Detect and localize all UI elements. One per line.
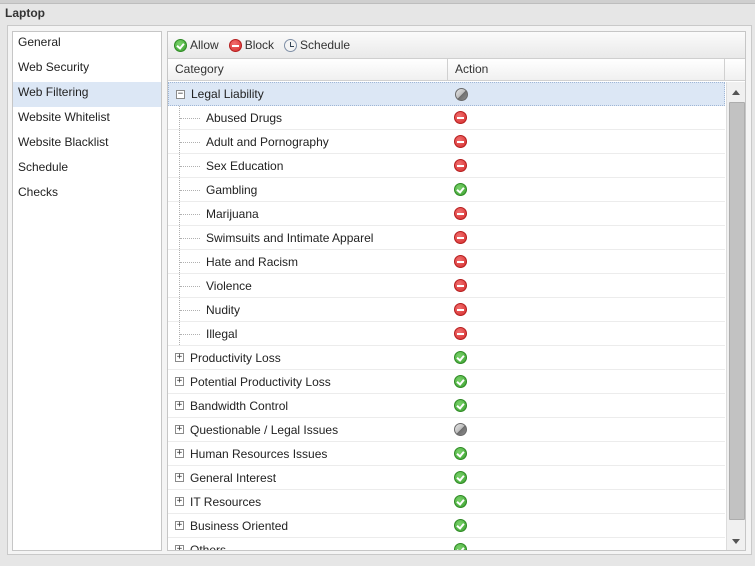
action-cell[interactable] bbox=[168, 274, 467, 297]
schedule-button-label: Schedule bbox=[300, 38, 351, 52]
action-cell[interactable] bbox=[168, 250, 467, 273]
web-filtering-panel: Allow Block Schedule Category Action − Le… bbox=[167, 31, 746, 551]
check-circle-icon bbox=[174, 38, 187, 52]
block-icon[interactable] bbox=[454, 207, 467, 220]
table-row[interactable]: Adult and Pornography bbox=[168, 130, 725, 154]
table-row[interactable]: Swimsuits and Intimate Apparel bbox=[168, 226, 725, 250]
allow-icon[interactable] bbox=[454, 399, 467, 412]
action-cell[interactable] bbox=[168, 466, 467, 489]
action-cell[interactable] bbox=[168, 298, 467, 321]
nav-item-schedule[interactable]: Schedule bbox=[13, 157, 161, 182]
allow-button[interactable]: Allow bbox=[174, 38, 219, 52]
block-icon[interactable] bbox=[454, 279, 467, 292]
action-cell[interactable] bbox=[168, 418, 467, 441]
nav-item-checks[interactable]: Checks bbox=[13, 182, 161, 207]
table-row[interactable]: + Productivity Loss bbox=[168, 346, 725, 370]
block-icon[interactable] bbox=[454, 135, 467, 148]
table-row[interactable]: Gambling bbox=[168, 178, 725, 202]
table-row[interactable]: Hate and Racism bbox=[168, 250, 725, 274]
action-cell[interactable] bbox=[168, 106, 467, 129]
allow-button-label: Allow bbox=[190, 38, 219, 52]
column-header-action[interactable]: Action bbox=[448, 59, 725, 80]
header-corner bbox=[726, 59, 745, 81]
nav-item-website-blacklist[interactable]: Website Blacklist bbox=[13, 132, 161, 157]
nav-item-web-filtering[interactable]: Web Filtering bbox=[13, 82, 161, 107]
action-cell[interactable] bbox=[168, 322, 467, 345]
schedule-button[interactable]: Schedule bbox=[284, 38, 350, 52]
action-cell[interactable] bbox=[169, 83, 468, 105]
action-toolbar: Allow Block Schedule bbox=[168, 32, 745, 59]
window-title: Laptop bbox=[5, 6, 45, 20]
scroll-up-arrow[interactable] bbox=[732, 90, 740, 95]
table-row[interactable]: + General Interest bbox=[168, 466, 725, 490]
category-tree-grid: − Legal Liability Abused Drugs Adult and Po… bbox=[168, 82, 725, 550]
action-cell[interactable] bbox=[168, 154, 467, 177]
allow-icon[interactable] bbox=[454, 471, 467, 484]
block-icon[interactable] bbox=[454, 255, 467, 268]
action-cell[interactable] bbox=[168, 394, 467, 417]
action-cell[interactable] bbox=[168, 442, 467, 465]
table-row[interactable]: + Human Resources Issues bbox=[168, 442, 725, 466]
scroll-thumb[interactable] bbox=[729, 102, 745, 520]
settings-nav: General Web Security Web Filtering Websi… bbox=[12, 31, 162, 551]
minus-circle-icon bbox=[228, 38, 242, 52]
allow-icon[interactable] bbox=[454, 543, 467, 550]
allow-icon[interactable] bbox=[454, 183, 467, 196]
scroll-down-arrow[interactable] bbox=[732, 539, 740, 544]
nav-item-web-security[interactable]: Web Security bbox=[13, 57, 161, 82]
action-cell[interactable] bbox=[168, 178, 467, 201]
action-cell[interactable] bbox=[168, 538, 467, 550]
column-header-category[interactable]: Category bbox=[168, 59, 448, 80]
mixed-icon[interactable] bbox=[455, 87, 468, 101]
table-row[interactable]: Abused Drugs bbox=[168, 106, 725, 130]
nav-item-website-whitelist[interactable]: Website Whitelist bbox=[13, 107, 161, 132]
nav-item-general[interactable]: General bbox=[13, 32, 161, 57]
block-icon[interactable] bbox=[454, 231, 467, 244]
block-button-label: Block bbox=[244, 38, 275, 52]
table-row[interactable]: + Bandwidth Control bbox=[168, 394, 725, 418]
block-icon[interactable] bbox=[454, 303, 467, 316]
action-cell[interactable] bbox=[168, 226, 467, 249]
table-row[interactable]: Illegal bbox=[168, 322, 725, 346]
block-button[interactable]: Block bbox=[228, 38, 275, 52]
table-row[interactable]: − Legal Liability bbox=[168, 82, 725, 106]
action-cell[interactable] bbox=[168, 490, 467, 513]
table-row[interactable]: + Others bbox=[168, 538, 725, 550]
action-cell[interactable] bbox=[168, 370, 467, 393]
allow-icon[interactable] bbox=[454, 351, 467, 364]
mixed-icon[interactable] bbox=[454, 423, 467, 436]
action-cell[interactable] bbox=[168, 202, 467, 225]
allow-icon[interactable] bbox=[454, 519, 467, 532]
table-row[interactable]: Sex Education bbox=[168, 154, 725, 178]
table-row[interactable]: + Business Oriented bbox=[168, 514, 725, 538]
grid-header: Category Action bbox=[168, 59, 745, 81]
table-row[interactable]: + IT Resources bbox=[168, 490, 725, 514]
vertical-scrollbar[interactable] bbox=[726, 82, 745, 550]
action-cell[interactable] bbox=[168, 514, 467, 537]
top-strip bbox=[0, 0, 755, 4]
action-cell[interactable] bbox=[168, 346, 467, 369]
table-row[interactable]: + Potential Productivity Loss bbox=[168, 370, 725, 394]
allow-icon[interactable] bbox=[454, 447, 467, 460]
table-row[interactable]: Nudity bbox=[168, 298, 725, 322]
block-icon[interactable] bbox=[454, 111, 467, 124]
block-icon[interactable] bbox=[454, 327, 467, 340]
block-icon[interactable] bbox=[454, 159, 467, 172]
allow-icon[interactable] bbox=[454, 495, 467, 508]
clock-icon bbox=[284, 38, 298, 52]
table-row[interactable]: Marijuana bbox=[168, 202, 725, 226]
allow-icon[interactable] bbox=[454, 375, 467, 388]
table-row[interactable]: Violence bbox=[168, 274, 725, 298]
action-cell[interactable] bbox=[168, 130, 467, 153]
table-row[interactable]: + Questionable / Legal Issues bbox=[168, 418, 725, 442]
